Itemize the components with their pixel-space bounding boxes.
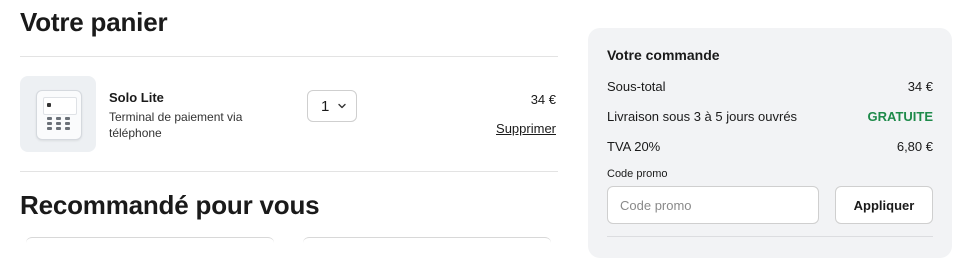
- divider: [20, 56, 558, 57]
- card-terminal-icon: [36, 90, 82, 140]
- recommended-card[interactable]: [303, 237, 551, 258]
- product-name[interactable]: Solo Lite: [109, 90, 164, 105]
- divider: [20, 171, 558, 172]
- tax-row: TVA 20% 6,80 €: [607, 139, 933, 154]
- item-price: 34 €: [530, 92, 556, 107]
- shipping-row: Livraison sous 3 à 5 jours ouvrés GRATUI…: [607, 109, 933, 124]
- product-description: Terminal de paiement via téléphone: [109, 110, 243, 140]
- summary-title: Votre commande: [607, 47, 720, 63]
- recommended-title: Recommandé pour vous: [20, 190, 320, 220]
- tax-value: 6,80 €: [896, 139, 933, 154]
- shipping-label: Livraison sous 3 à 5 jours ouvrés: [607, 109, 798, 124]
- chevron-down-icon: [338, 103, 346, 109]
- apply-promo-button[interactable]: Appliquer: [835, 186, 933, 224]
- product-image[interactable]: [20, 76, 96, 152]
- subtotal-value: 34 €: [907, 79, 933, 94]
- recommended-card[interactable]: [26, 237, 274, 258]
- subtotal-label: Sous-total: [607, 79, 666, 94]
- shipping-value: GRATUITE: [867, 109, 933, 124]
- quantity-value: 1: [321, 97, 330, 115]
- subtotal-row: Sous-total 34 €: [607, 79, 933, 94]
- quantity-select[interactable]: 1: [307, 90, 357, 122]
- promo-label: Code promo: [607, 168, 668, 180]
- remove-item-link[interactable]: Supprimer: [496, 121, 556, 136]
- promo-code-input[interactable]: [607, 186, 819, 224]
- tax-label: TVA 20%: [607, 139, 661, 154]
- order-summary: Votre commande Sous-total 34 € Livraison…: [588, 28, 952, 258]
- page-title: Votre panier: [20, 7, 168, 37]
- divider: [607, 236, 933, 237]
